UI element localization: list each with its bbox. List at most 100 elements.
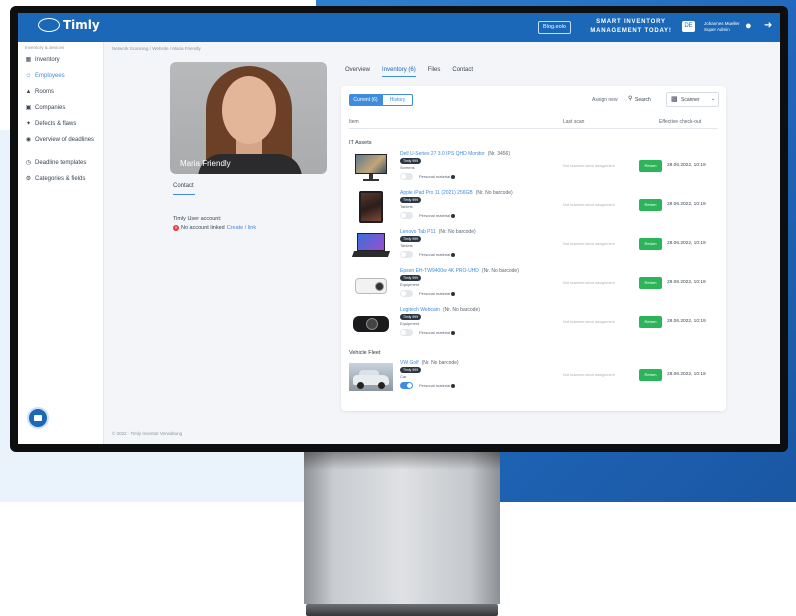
personal-material-label: Personal material [419, 213, 456, 218]
checkout-date: 28.06.2022, 10:19 [667, 241, 706, 246]
item-category: Car [400, 374, 407, 379]
chat-icon[interactable] [27, 407, 49, 429]
item-thumbnail[interactable] [349, 230, 393, 260]
blog-button[interactable]: Blog.eolo [538, 21, 571, 34]
item-title-link[interactable]: Dell U-Series 27 3.0 IPS QHD Monitor (Nr.… [400, 151, 510, 157]
user-icon[interactable]: ● [745, 20, 752, 32]
table-row: VW Golf (Nr. No barcode) Timly 999 Car Perso… [349, 359, 718, 397]
return-button[interactable]: Return [639, 316, 662, 328]
item-thumbnail[interactable] [349, 269, 393, 299]
create-link[interactable]: Create / link [227, 225, 256, 231]
tab-contact[interactable]: Contact [452, 67, 473, 77]
sidebar-item-rooms[interactable]: ▲ Rooms [25, 89, 101, 96]
item-thumbnail[interactable] [349, 361, 393, 391]
search-icon[interactable]: ⚲ [628, 95, 632, 102]
sidebar-item-label: Companies [35, 105, 66, 111]
tab-inventory[interactable]: Inventory (6) [382, 67, 416, 77]
info-icon[interactable] [451, 213, 456, 218]
contact-tab[interactable]: Contact [173, 183, 194, 189]
thumb-part [378, 382, 385, 389]
user-info[interactable]: Johannes Mueller Super Admin [704, 21, 740, 33]
sidebar-item-label: Categories & fields [35, 176, 86, 182]
last-scan-text: Not scanned since assignment [563, 203, 615, 207]
sidebar-item-deadline-templates[interactable]: ◷ Deadline templates [25, 160, 101, 167]
item-thumbnail[interactable] [349, 191, 393, 223]
sidebar-item-label: Deadline templates [35, 160, 87, 166]
column-header-last-scan: Last scan [563, 119, 585, 125]
last-scan-text: Not scanned since assignment [563, 320, 615, 324]
assign-new-button[interactable]: Assign new [592, 97, 618, 103]
sidebar-item-deadlines[interactable]: ◉ Overview of deadlines [25, 137, 101, 144]
last-scan-text: Not scanned since assignment [563, 373, 615, 377]
item-badge: Timly 999 [400, 314, 422, 320]
personal-material-text: Personal material [419, 383, 451, 388]
sidebar-item-inventory[interactable]: ▦ Inventory [25, 57, 101, 64]
monitor-stand-base [306, 604, 498, 616]
logo[interactable]: Timly [38, 18, 100, 32]
monitor-stand-shadow [304, 452, 500, 470]
return-button[interactable]: Return [639, 160, 662, 172]
scanner-dropdown[interactable]: ▩ Scanner ⌄ [666, 92, 719, 107]
item-code: (Nr. 3456) [487, 151, 510, 157]
personal-material-toggle[interactable] [400, 212, 413, 219]
sidebar-item-label: Rooms [35, 89, 55, 95]
qr-icon: ▩ [671, 96, 678, 103]
item-title-link[interactable]: Epson EH-TW9400w 4K PRO-UHD (Nr. No barco… [400, 268, 519, 274]
app-screen: Timly Blog.eolo SMART INVENTORY MANAGEME… [18, 13, 780, 444]
wrench-icon: ✦ [25, 121, 32, 127]
personal-material-toggle[interactable] [400, 329, 413, 336]
personal-material-text: Personal material [419, 213, 451, 218]
item-badge: Timly 999 [400, 367, 422, 373]
column-header-checkout: Effective check-out [659, 119, 702, 125]
search-button[interactable]: Search [635, 97, 651, 103]
current-toggle[interactable]: Current (6) [349, 94, 382, 106]
breadcrumb[interactable]: Network Scanning / Website / Maria Frien… [112, 46, 201, 51]
group-title: IT Assets [349, 140, 372, 146]
item-thumbnail[interactable] [349, 308, 393, 338]
personal-material-toggle[interactable] [400, 382, 413, 389]
return-button[interactable]: Return [639, 277, 662, 289]
last-scan-text: Not scanned since assignment [563, 164, 615, 168]
table-row: Apple iPad Pro 11 (2021) 256GB (Nr. No ba… [349, 189, 718, 227]
language-flag-icon[interactable]: DE [682, 21, 695, 32]
item-title-link[interactable]: Logitech Webcam (Nr. No barcode) [400, 307, 480, 313]
item-title-link[interactable]: Apple iPad Pro 11 (2021) 256GB (Nr. No ba… [400, 190, 513, 196]
photo-face [222, 76, 276, 144]
tab-overview[interactable]: Overview [345, 67, 370, 77]
personal-material-toggle[interactable] [400, 290, 413, 297]
clock-icon: ◷ [25, 160, 32, 166]
inventory-card: Current (6) History Assign new ⚲ Search … [341, 86, 726, 411]
personal-material-toggle[interactable] [400, 173, 413, 180]
sidebar-item-companies[interactable]: ▣ Companies [25, 105, 101, 112]
thumb-part [355, 154, 387, 174]
thumb-part [351, 251, 391, 257]
personal-material-toggle[interactable] [400, 251, 413, 258]
item-title: Apple iPad Pro 11 (2021) 256GB [400, 190, 473, 196]
logout-icon[interactable]: ➜ [764, 20, 772, 31]
sidebar-caption: Inventory & devices [25, 45, 65, 50]
item-title-link[interactable]: Lenovo Tab P11 (Nr. No barcode) [400, 229, 476, 235]
history-toggle[interactable]: History [382, 94, 413, 106]
tab-files[interactable]: Files [428, 67, 441, 77]
sidebar-item-categories[interactable]: ⚙ Categories & fields [25, 176, 101, 183]
info-icon[interactable] [451, 383, 456, 388]
item-thumbnail[interactable] [349, 152, 393, 182]
thumb-part [357, 233, 385, 251]
table-row: Logitech Webcam (Nr. No barcode) Timly 999… [349, 306, 718, 344]
info-icon[interactable] [451, 174, 456, 179]
return-button[interactable]: Return [639, 369, 662, 381]
info-icon[interactable] [451, 291, 456, 296]
info-icon[interactable] [451, 330, 456, 335]
return-button[interactable]: Return [639, 238, 662, 250]
item-title-link[interactable]: VW Golf (Nr. No barcode) [400, 360, 459, 366]
item-category: Tablets [400, 204, 413, 209]
sidebar-item-defects[interactable]: ✦ Defects & flaws [25, 121, 101, 128]
table-row: Lenovo Tab P11 (Nr. No barcode) Timly 999 T… [349, 228, 718, 266]
sidebar-item-employees[interactable]: ☺ Employees [25, 73, 101, 80]
sidebar-item-label: Overview of deadlines [35, 137, 95, 143]
logo-icon [38, 18, 60, 32]
return-button[interactable]: Return [639, 199, 662, 211]
item-badge: Timly 999 [400, 236, 422, 242]
info-icon[interactable] [451, 252, 456, 257]
monitor-stand [304, 452, 500, 604]
